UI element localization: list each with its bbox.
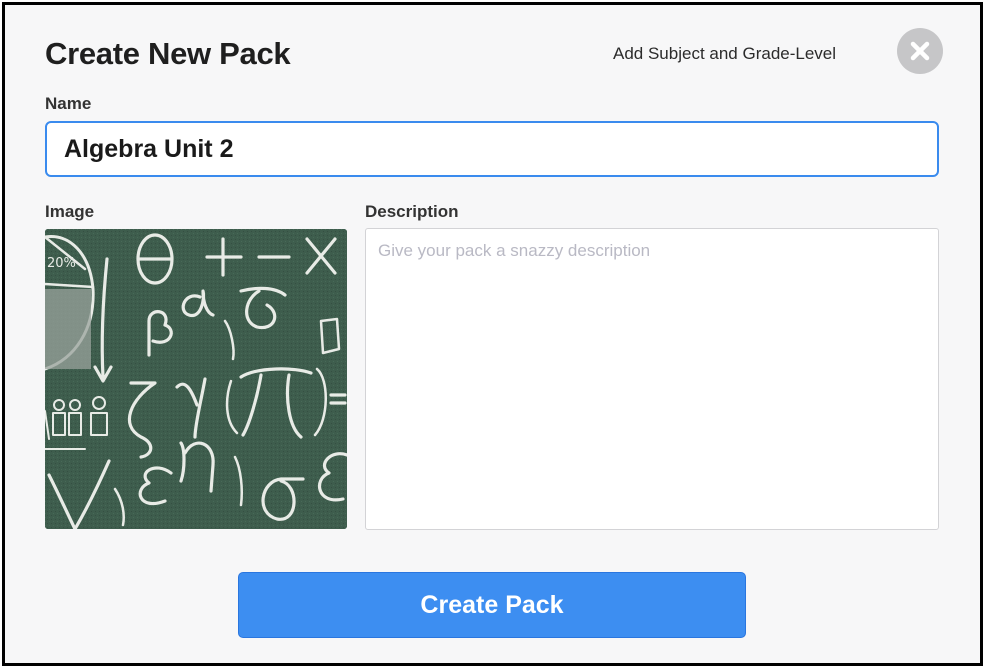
name-input[interactable] [45, 121, 939, 177]
screenshot-frame: Create New Pack Add Subject and Grade-Le… [2, 2, 983, 666]
add-subject-grade-link[interactable]: Add Subject and Grade-Level [613, 44, 836, 64]
create-pack-dialog: Create New Pack Add Subject and Grade-Le… [5, 5, 980, 663]
dialog-title: Create New Pack [45, 36, 291, 71]
close-button[interactable] [897, 28, 943, 74]
pack-image[interactable]: 20% [45, 229, 347, 529]
create-pack-button[interactable]: Create Pack [238, 572, 746, 638]
chalkboard-image: 20% [45, 229, 347, 529]
svg-text:20%: 20% [47, 256, 76, 271]
close-icon [910, 41, 930, 61]
description-textarea[interactable] [365, 228, 939, 530]
name-label: Name [45, 94, 92, 113]
image-label: Image [45, 202, 95, 221]
description-label: Description [365, 202, 459, 221]
